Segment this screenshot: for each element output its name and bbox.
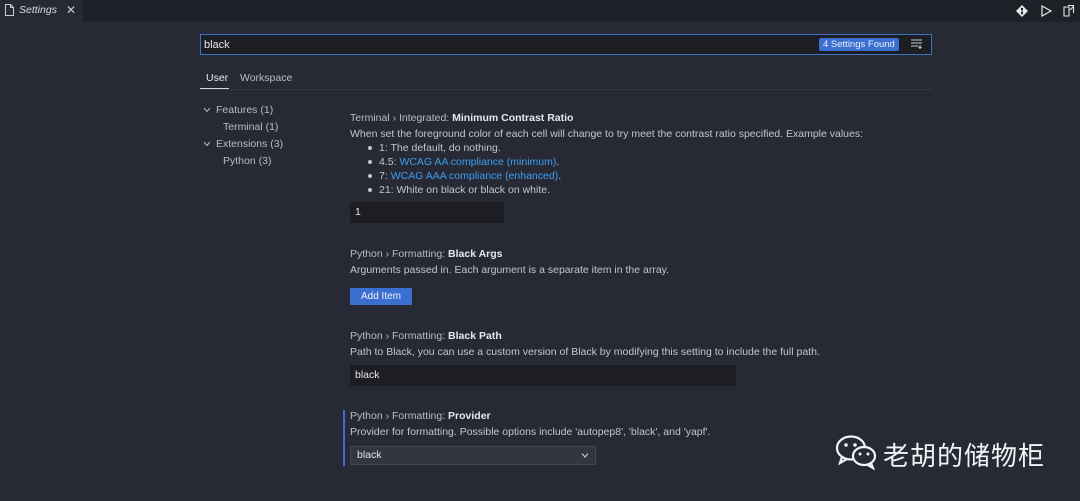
setting-category: Python › Formatting:: [350, 330, 449, 342]
setting-category: Python › Formatting:: [350, 410, 449, 422]
tree-item-python[interactable]: Python (3): [223, 155, 271, 167]
list-item: 4.5: WCAG AA compliance (minimum).: [368, 156, 559, 168]
setting-title-black-args: Python › Formatting: Black Args: [350, 248, 503, 260]
tab-user[interactable]: User: [206, 72, 228, 84]
tree-item-terminal[interactable]: Terminal (1): [223, 121, 278, 133]
settings-tab[interactable]: Settings ✕: [0, 0, 83, 22]
setting-description: Provider for formatting. Possible option…: [350, 426, 711, 438]
focus-indicator: [343, 410, 345, 466]
chevron-down-icon[interactable]: [203, 141, 211, 147]
setting-name: Black Args: [448, 248, 503, 260]
close-icon[interactable]: ✕: [66, 3, 76, 17]
divider: [200, 89, 932, 90]
chevron-down-icon[interactable]: [203, 107, 211, 113]
setting-title-provider: Python › Formatting: Provider: [350, 410, 491, 422]
add-item-button[interactable]: Add Item: [350, 288, 412, 305]
list-item: 21: White on black or black on white.: [368, 184, 550, 196]
contrast-ratio-input[interactable]: 1: [350, 202, 504, 223]
setting-description: Path to Black, you can use a custom vers…: [350, 346, 820, 358]
run-icon[interactable]: [1039, 4, 1053, 18]
setting-title-black-path: Python › Formatting: Black Path: [350, 330, 502, 342]
filter-icon[interactable]: [911, 39, 922, 49]
black-path-input[interactable]: black: [350, 365, 736, 386]
search-input[interactable]: [204, 38, 804, 52]
setting-description: When set the foreground color of each ce…: [350, 128, 864, 140]
results-count-badge: 4 Settings Found: [819, 38, 899, 51]
setting-description: Arguments passed in. Each argument is a …: [350, 264, 670, 276]
setting-name: Black Path: [448, 330, 502, 342]
setting-category: Python › Formatting:: [350, 248, 449, 260]
setting-name: Minimum Contrast Ratio: [452, 112, 574, 124]
watermark-text: 老胡的储物柜: [883, 442, 1046, 472]
file-icon: [5, 4, 14, 16]
wechat-watermark: 老胡的储物柜: [835, 432, 1045, 472]
settings-search[interactable]: 4 Settings Found: [200, 34, 932, 55]
tab-title: Settings: [19, 4, 57, 16]
source-control-icon[interactable]: [1015, 4, 1029, 18]
list-item: 1: The default, do nothing.: [368, 142, 501, 154]
editor-tab-bar: Settings ✕: [0, 0, 1080, 22]
open-json-icon[interactable]: [1062, 4, 1076, 18]
tree-item-extensions[interactable]: Extensions (3): [216, 138, 283, 150]
wechat-logo-icon: [835, 435, 877, 470]
setting-name: Provider: [448, 410, 491, 422]
tree-item-features[interactable]: Features (1): [216, 104, 273, 116]
list-item: 7: WCAG AAA compliance (enhanced).: [368, 170, 561, 182]
provider-selected-value: black: [357, 449, 382, 461]
chevron-down-icon: [581, 453, 589, 458]
wcag-aa-link[interactable]: WCAG AA compliance (minimum): [399, 156, 556, 168]
setting-title-contrast: Terminal › Integrated: Minimum Contrast …: [350, 112, 573, 124]
provider-select[interactable]: black: [350, 446, 596, 465]
wcag-aaa-link[interactable]: WCAG AAA compliance (enhanced): [391, 170, 559, 182]
setting-category: Terminal › Integrated:: [350, 112, 453, 124]
tab-workspace[interactable]: Workspace: [240, 72, 292, 84]
